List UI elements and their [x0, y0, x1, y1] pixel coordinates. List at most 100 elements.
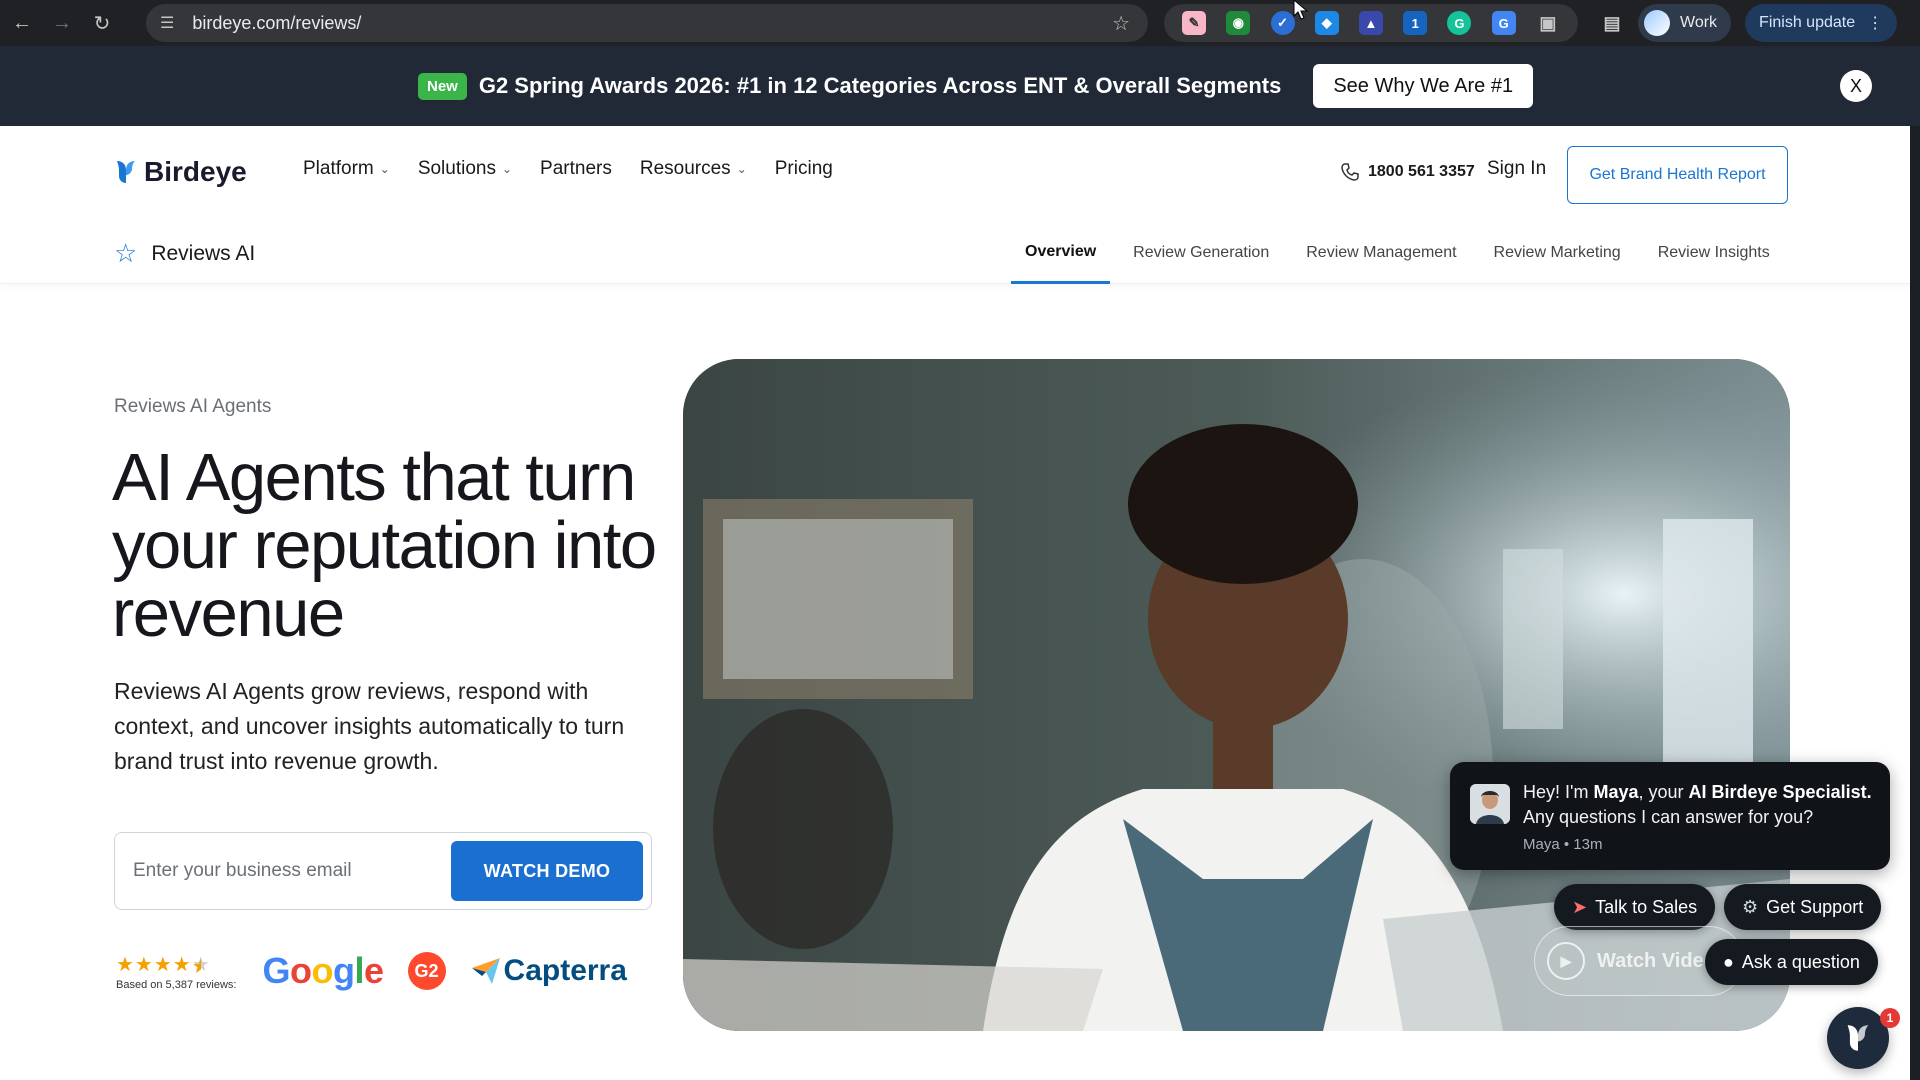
- translate-icon[interactable]: G: [1491, 11, 1516, 35]
- hero-eyebrow: Reviews AI Agents: [114, 396, 272, 417]
- tab-overview[interactable]: Overview: [1011, 222, 1111, 284]
- main-navigation: Birdeye Platform ⌄ Solutions ⌄ Partners Re…: [0, 126, 1920, 222]
- finish-update-button[interactable]: Finish update ⋮: [1745, 4, 1898, 42]
- mouse-cursor-icon: [1293, 0, 1309, 20]
- wrench-icon: ⚙: [1742, 896, 1759, 917]
- announcement-text: G2 Spring Awards 2026: #1 in 12 Categori…: [478, 73, 1282, 98]
- page-scrollbar[interactable]: [1910, 126, 1920, 1080]
- capterra-logo[interactable]: Capterra: [471, 954, 627, 988]
- talk-to-sales-label: Talk to Sales: [1595, 896, 1698, 917]
- extension-tag-icon[interactable]: ◆: [1314, 11, 1339, 35]
- site-settings-icon[interactable]: ☰: [160, 13, 174, 33]
- new-badge: New: [418, 72, 467, 100]
- star-outline-icon: ☆: [114, 238, 138, 268]
- watch-video-label: Watch Video: [1597, 949, 1716, 972]
- brand-name: Birdeye: [144, 156, 247, 187]
- hero-headline: AI Agents that turn your reputation into…: [112, 440, 657, 651]
- chevron-down-icon: ⌄: [736, 162, 747, 176]
- address-bar[interactable]: ☰ birdeye.com/reviews/ ☆: [146, 4, 1148, 42]
- chat-agent-name: Maya: [1593, 782, 1639, 802]
- hero-description: Reviews AI Agents grow reviews, respond …: [114, 678, 625, 774]
- primary-menu: Platform ⌄ Solutions ⌄ Partners Resources ⌄…: [303, 158, 833, 180]
- menu-platform[interactable]: Platform ⌄: [303, 158, 390, 180]
- forward-icon[interactable]: →: [44, 5, 80, 41]
- capterra-arrow-icon: [471, 958, 500, 984]
- menu-label: Pricing: [774, 158, 833, 179]
- menu-partners[interactable]: Partners: [540, 158, 612, 180]
- bookmark-star-icon[interactable]: ☆: [1112, 11, 1130, 36]
- chat-greeting-mid: , your: [1638, 782, 1689, 802]
- rocket-icon: ➤: [1572, 896, 1588, 917]
- chat-greeting-prefix: Hey! I'm: [1523, 782, 1594, 802]
- chat-greeting-suffix: Any questions I can answer for you?: [1523, 807, 1814, 827]
- subnav-title: ☆ Reviews AI: [114, 238, 255, 269]
- ask-a-question-button[interactable]: ● Ask a question: [1705, 939, 1878, 985]
- chat-greeting-bubble[interactable]: Hey! I'm Maya, your AI Birdeye Specialis…: [1450, 762, 1890, 870]
- browser-toolbar: ← → ↻ ☰ birdeye.com/reviews/ ☆ ✎ ◉ ✓ ◆ ▲…: [0, 0, 1920, 46]
- profile-label: Work: [1680, 14, 1718, 31]
- url-text[interactable]: birdeye.com/reviews/: [192, 13, 361, 34]
- chat-meta: Maya • 13m: [1523, 836, 1603, 853]
- capterra-name: Capterra: [503, 954, 627, 987]
- close-announcement-button[interactable]: X: [1840, 70, 1872, 102]
- maya-avatar: [1470, 784, 1510, 824]
- chevron-down-icon: ⌄: [379, 162, 390, 176]
- get-support-label: Get Support: [1766, 896, 1864, 917]
- phone-number: 1800 561 3357: [1368, 163, 1475, 180]
- chevron-down-icon: ⌄: [501, 162, 513, 176]
- extensions-puzzle-icon[interactable]: ▣: [1536, 11, 1560, 35]
- finish-update-label: Finish update: [1759, 14, 1856, 31]
- email-signup-form: WATCH DEMO: [114, 832, 652, 910]
- tab-review-insights[interactable]: Review Insights: [1644, 222, 1784, 284]
- menu-resources[interactable]: Resources ⌄: [640, 158, 747, 180]
- phone-icon: [1341, 163, 1359, 181]
- extensions-bar: ✎ ◉ ✓ ◆ ▲ 1 G G ▣: [1164, 4, 1578, 42]
- back-icon[interactable]: ←: [4, 5, 40, 41]
- reading-mode-icon[interactable]: ▤: [1600, 11, 1624, 35]
- announcement-bar: New G2 Spring Awards 2026: #1 in 12 Cate…: [0, 46, 1920, 126]
- profile-button[interactable]: Work: [1638, 4, 1732, 42]
- rating-summary: ★★★★★★ Based on 5,387 reviews:: [116, 952, 236, 991]
- tab-review-marketing[interactable]: Review Marketing: [1480, 222, 1635, 284]
- rating-stars-icon: ★★★★★★: [116, 953, 211, 978]
- product-subnav: ☆ Reviews AI Overview Review Generation …: [0, 222, 1920, 284]
- chat-greeting-text: Hey! I'm Maya, your AI Birdeye Specialis…: [1523, 780, 1873, 830]
- google-logo[interactable]: Google: [262, 950, 384, 992]
- menu-label: Partners: [540, 158, 612, 179]
- see-why-button[interactable]: See Why We Are #1: [1313, 64, 1534, 108]
- menu-label: Resources: [639, 158, 731, 179]
- talk-to-sales-button[interactable]: ➤ Talk to Sales: [1554, 884, 1716, 930]
- profile-avatar: [1644, 10, 1670, 36]
- grammarly-icon[interactable]: G: [1447, 11, 1472, 35]
- extension-record-icon[interactable]: ◉: [1226, 11, 1251, 35]
- menu-label: Solutions: [417, 158, 496, 179]
- get-support-button[interactable]: ⚙ Get Support: [1724, 884, 1882, 930]
- menu-pricing[interactable]: Pricing: [775, 158, 833, 180]
- extension-pencil-icon[interactable]: ✎: [1182, 11, 1207, 35]
- more-menu-icon[interactable]: ⋮: [1867, 13, 1883, 33]
- speech-bubble-icon: ●: [1723, 951, 1734, 972]
- tab-review-generation[interactable]: Review Generation: [1119, 222, 1283, 284]
- reload-icon[interactable]: ↻: [84, 5, 120, 41]
- get-brand-health-report-button[interactable]: Get Brand Health Report: [1567, 146, 1788, 204]
- subnav-title-text: Reviews AI: [151, 241, 256, 265]
- tab-review-management[interactable]: Review Management: [1292, 222, 1470, 284]
- birdeye-chat-icon: [1847, 1025, 1869, 1051]
- g2-logo[interactable]: G2: [407, 952, 446, 990]
- watch-demo-button[interactable]: WATCH DEMO: [451, 841, 643, 901]
- ratings-row: ★★★★★★ Based on 5,387 reviews: Google G2…: [116, 950, 627, 992]
- menu-solutions[interactable]: Solutions ⌄: [418, 158, 512, 180]
- extension-label-icon[interactable]: ▲: [1358, 11, 1383, 35]
- chat-agent-role: AI Birdeye Specialist.: [1688, 782, 1872, 802]
- notification-badge: 1: [1880, 1008, 1900, 1028]
- ask-a-question-label: Ask a question: [1741, 951, 1860, 972]
- sign-in-link[interactable]: Sign In: [1487, 158, 1546, 180]
- birdeye-logo[interactable]: Birdeye: [114, 156, 247, 188]
- phone-link[interactable]: 1800 561 3357: [1340, 162, 1475, 182]
- menu-label: Platform: [303, 158, 374, 179]
- birdeye-logo-icon: [117, 161, 135, 183]
- business-email-input[interactable]: [133, 851, 433, 891]
- subnav-tabs: Overview Review Generation Review Manage…: [1011, 222, 1793, 284]
- extension-check-icon[interactable]: ✓: [1270, 11, 1295, 35]
- extension-notify-icon[interactable]: 1: [1403, 11, 1428, 35]
